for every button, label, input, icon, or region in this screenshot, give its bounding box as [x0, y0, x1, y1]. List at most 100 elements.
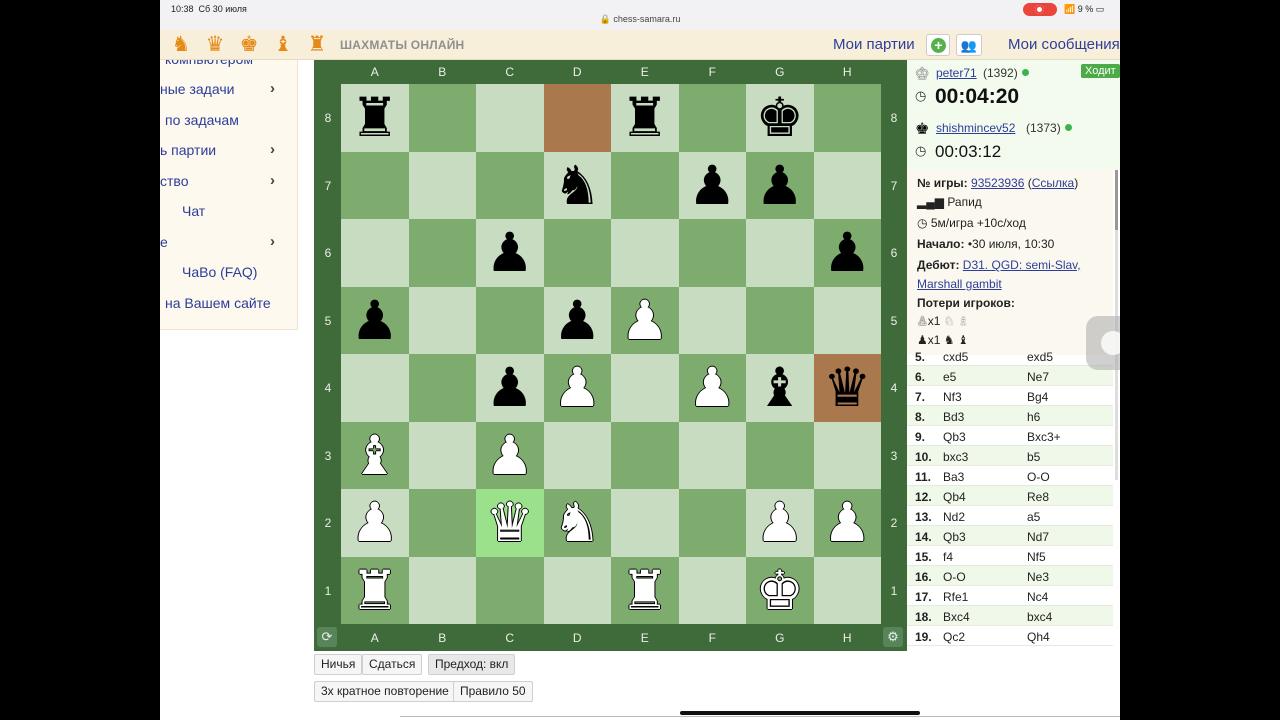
black-rook-icon[interactable]: ♜ [611, 84, 679, 152]
black-move[interactable]: exd5 [1027, 350, 1053, 364]
square-h5[interactable] [813, 286, 881, 354]
square-d5[interactable]: ♟ [543, 286, 612, 355]
black-queen-icon[interactable]: ♛ [814, 354, 882, 422]
square-b1[interactable] [408, 556, 476, 624]
square-b3[interactable] [408, 421, 476, 489]
black-move[interactable]: Qh4 [1027, 630, 1050, 644]
square-g8[interactable]: ♚ [746, 84, 814, 152]
white-pawn-icon[interactable]: ♟ [814, 489, 882, 557]
square-g7[interactable]: ♟ [746, 151, 814, 219]
square-e7[interactable] [611, 151, 679, 219]
white-move[interactable]: Nd2 [943, 510, 965, 524]
white-move[interactable]: cxd5 [943, 350, 968, 364]
square-a6[interactable] [341, 219, 409, 287]
move-row[interactable]: 12. Qb4 Re8 [907, 486, 1113, 506]
move-row[interactable]: 9. Qb3 Bxc3+ [907, 426, 1113, 446]
black-move[interactable]: bxc4 [1027, 610, 1052, 624]
square-f8[interactable] [678, 84, 746, 152]
black-move[interactable]: h6 [1027, 410, 1040, 424]
white-rook-icon[interactable]: ♜ [341, 557, 409, 625]
black-move[interactable]: Ne7 [1027, 370, 1049, 384]
my-messages-link[interactable]: Мои сообщения [1008, 36, 1120, 53]
square-a7[interactable] [341, 151, 409, 219]
move-row[interactable]: 18. Bxc4 bxc4 [907, 606, 1113, 626]
move-row[interactable]: 5. cxd5 exd5 [907, 350, 1113, 366]
black-bishop-icon[interactable]: ♝ [746, 354, 814, 422]
square-f2[interactable] [678, 489, 746, 557]
square-f5[interactable] [678, 286, 746, 354]
white-pawn-icon[interactable]: ♟ [679, 354, 747, 422]
white-pawn-icon[interactable]: ♟ [476, 422, 544, 490]
white-move[interactable]: f4 [943, 550, 953, 564]
white-rook-icon[interactable]: ♜ [611, 557, 679, 625]
white-queen-icon[interactable]: ♛ [476, 489, 544, 557]
white-move[interactable]: Ba3 [943, 470, 964, 484]
resign-button[interactable]: Сдаться [362, 654, 423, 675]
square-e6[interactable] [611, 219, 679, 287]
black-move[interactable]: Bxc3+ [1027, 430, 1061, 444]
black-move[interactable]: Nf5 [1027, 550, 1046, 564]
square-c3[interactable]: ♟ [476, 421, 544, 490]
assistive-touch-button[interactable] [1086, 316, 1120, 370]
square-e5[interactable]: ♟ [611, 286, 679, 355]
move-row[interactable]: 15. f4 Nf5 [907, 546, 1113, 566]
square-g1[interactable]: ♚ [746, 556, 814, 625]
white-move[interactable]: O-O [943, 570, 966, 584]
square-b6[interactable] [408, 219, 476, 287]
black-king-icon[interactable]: ♚ [746, 84, 814, 152]
square-b4[interactable] [408, 354, 476, 422]
square-c4[interactable]: ♟ [476, 354, 544, 422]
draw-button[interactable]: Ничья [314, 654, 363, 675]
square-b2[interactable] [408, 489, 476, 557]
sidebar-item[interactable]: Чат [160, 203, 297, 223]
square-d4[interactable]: ♟ [543, 354, 612, 422]
white-move[interactable]: Qc2 [943, 630, 965, 644]
black-move[interactable]: Re8 [1027, 490, 1049, 504]
bishop-icon[interactable]: ♝ [271, 33, 295, 57]
square-c1[interactable] [476, 556, 544, 624]
debut-link-2[interactable]: Marshall gambit [917, 277, 1002, 291]
square-a2[interactable]: ♟ [341, 489, 409, 557]
square-c7[interactable] [476, 151, 544, 219]
square-f7[interactable]: ♟ [678, 151, 747, 220]
player-name[interactable]: shishmincev52 [936, 121, 1015, 135]
square-h3[interactable] [813, 421, 881, 489]
white-move[interactable]: Qb3 [943, 530, 966, 544]
square-a4[interactable] [341, 354, 409, 422]
sidebar-item[interactable]: ь партии › [160, 141, 297, 162]
white-move[interactable]: Bd3 [943, 410, 964, 424]
black-pawn-icon[interactable]: ♟ [544, 287, 612, 355]
square-c5[interactable] [476, 286, 544, 354]
square-c8[interactable] [476, 84, 544, 152]
white-pawn-icon[interactable]: ♟ [341, 489, 409, 557]
black-move[interactable]: Bg4 [1027, 390, 1048, 404]
move-row[interactable]: 19. Qc2 Qh4 [907, 626, 1113, 646]
move-row[interactable]: 6. e5 Ne7 [907, 366, 1113, 386]
black-rook-icon[interactable]: ♜ [341, 84, 409, 152]
move-row[interactable]: 8. Bd3 h6 [907, 406, 1113, 426]
flip-board-icon[interactable]: ⟳ [317, 627, 337, 647]
white-pawn-icon[interactable]: ♟ [544, 354, 612, 422]
square-a1[interactable]: ♜ [341, 556, 409, 625]
users-icon[interactable]: 👥 [956, 34, 982, 56]
white-pawn-icon[interactable]: ♟ [611, 287, 679, 355]
move-row[interactable]: 13. Nd2 a5 [907, 506, 1113, 526]
square-e4[interactable] [611, 354, 679, 422]
white-king-icon[interactable]: ♚ [746, 557, 814, 625]
square-d6[interactable] [543, 219, 611, 287]
black-move[interactable]: Ne3 [1027, 570, 1049, 584]
sidebar-item[interactable]: ство › [160, 172, 297, 193]
black-pawn-icon[interactable]: ♟ [476, 354, 544, 422]
black-pawn-icon[interactable]: ♟ [679, 152, 747, 220]
game-number-link[interactable]: 93523936 [971, 176, 1024, 190]
square-a8[interactable]: ♜ [341, 84, 409, 152]
my-games-link[interactable]: Мои партии [833, 36, 915, 53]
square-h6[interactable]: ♟ [813, 219, 881, 287]
black-move[interactable]: Nc4 [1027, 590, 1048, 604]
square-c6[interactable]: ♟ [476, 219, 544, 287]
square-g3[interactable] [746, 421, 814, 489]
square-h7[interactable] [813, 151, 881, 219]
square-d8[interactable] [543, 84, 611, 152]
new-game-button[interactable]: + [926, 34, 950, 56]
square-b8[interactable] [408, 84, 476, 152]
